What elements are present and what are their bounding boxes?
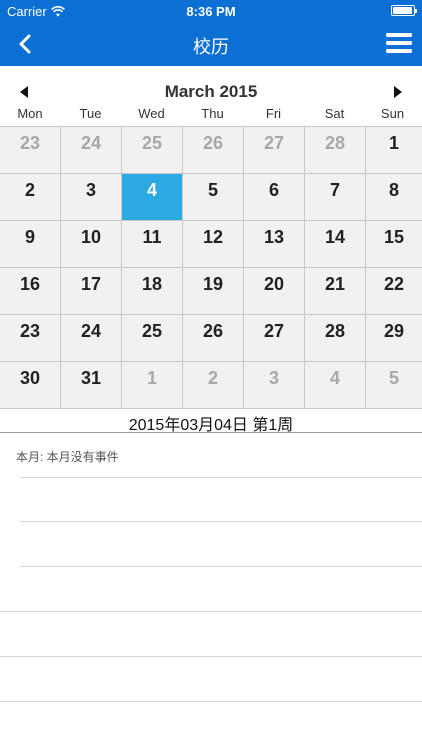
weekday-label: Thu <box>201 106 224 121</box>
menu-button[interactable] <box>386 32 412 54</box>
calendar-day[interactable]: 2 <box>0 174 61 221</box>
event-list-divider <box>0 701 422 702</box>
calendar-day[interactable]: 9 <box>0 221 61 268</box>
calendar-day[interactable]: 14 <box>305 221 366 268</box>
battery-icon <box>391 5 417 16</box>
calendar-day[interactable]: 5 <box>366 362 422 409</box>
month-title: March 2015 <box>164 82 258 101</box>
calendar-day[interactable]: 30 <box>0 362 61 409</box>
calendar-day[interactable]: 27 <box>244 315 305 362</box>
weekday-label: Sun <box>380 106 405 121</box>
calendar-day[interactable]: 28 <box>305 127 366 174</box>
calendar-day[interactable]: 2 <box>183 362 244 409</box>
calendar-day[interactable]: 10 <box>61 221 122 268</box>
calendar-day[interactable]: 21 <box>305 268 366 315</box>
calendar-day[interactable]: 1 <box>122 362 183 409</box>
navigation-bar: 校历 <box>0 22 422 66</box>
month-events-summary: 本月: 本月没有事件 <box>16 450 119 464</box>
event-list-divider <box>0 611 422 612</box>
weekday-label: Fri <box>265 106 282 121</box>
calendar-day[interactable]: 4 <box>305 362 366 409</box>
calendar-day[interactable]: 11 <box>122 221 183 268</box>
calendar-day[interactable]: 25 <box>122 315 183 362</box>
calendar-day[interactable]: 24 <box>61 127 122 174</box>
event-list-divider <box>20 477 422 478</box>
calendar-day[interactable]: 27 <box>244 127 305 174</box>
calendar-day[interactable]: 22 <box>366 268 422 315</box>
calendar-day[interactable]: 12 <box>183 221 244 268</box>
calendar-day[interactable]: 7 <box>305 174 366 221</box>
calendar-day[interactable]: 24 <box>61 315 122 362</box>
calendar-day[interactable]: 28 <box>305 315 366 362</box>
calendar-day[interactable]: 26 <box>183 315 244 362</box>
status-time: 8:36 PM <box>186 4 236 19</box>
calendar-day[interactable]: 6 <box>244 174 305 221</box>
weekday-label: Mon <box>17 106 43 121</box>
calendar-day-selected[interactable]: 4 <box>122 174 183 221</box>
calendar-day[interactable]: 16 <box>0 268 61 315</box>
calendar-day[interactable]: 29 <box>366 315 422 362</box>
calendar-day[interactable]: 20 <box>244 268 305 315</box>
calendar-day[interactable]: 15 <box>366 221 422 268</box>
calendar-day[interactable]: 17 <box>61 268 122 315</box>
calendar-grid: 23 24 25 26 27 28 1 2 3 4 5 6 7 8 9 10 11 12 13 14 15 16 17 18 1… <box>0 126 422 409</box>
event-list-divider <box>20 521 422 522</box>
calendar-day[interactable]: 3 <box>61 174 122 221</box>
app-header: Carrier 8:36 PM 校历 <box>0 0 422 66</box>
calendar-day[interactable]: 8 <box>366 174 422 221</box>
calendar-day[interactable]: 23 <box>0 127 61 174</box>
calendar-day[interactable]: 5 <box>183 174 244 221</box>
weekday-label: Tue <box>79 106 102 121</box>
calendar-day[interactable]: 19 <box>183 268 244 315</box>
calendar-day[interactable]: 25 <box>122 127 183 174</box>
weekday-label: Sat <box>324 106 345 121</box>
event-list-divider <box>20 566 422 567</box>
weekday-label: Wed <box>138 106 165 121</box>
calendar-day[interactable]: 13 <box>244 221 305 268</box>
next-month-button[interactable] <box>386 80 410 104</box>
month-header: March 2015 <box>0 76 422 108</box>
event-list-divider <box>0 656 422 657</box>
calendar-day[interactable]: 23 <box>0 315 61 362</box>
calendar-day[interactable]: 31 <box>61 362 122 409</box>
calendar-day[interactable]: 18 <box>122 268 183 315</box>
calendar-day[interactable]: 1 <box>366 127 422 174</box>
page-title: 校历 <box>193 37 229 57</box>
weekday-header: Mon Tue Wed Thu Fri Sat Sun <box>0 106 422 126</box>
triangle-right-icon <box>394 86 402 98</box>
hamburger-menu-icon <box>386 33 412 53</box>
status-bar: Carrier 8:36 PM <box>0 0 422 22</box>
calendar-day[interactable]: 3 <box>244 362 305 409</box>
calendar-day[interactable]: 26 <box>183 127 244 174</box>
selected-date-label: 2015年03月04日 第1周 <box>0 409 422 434</box>
